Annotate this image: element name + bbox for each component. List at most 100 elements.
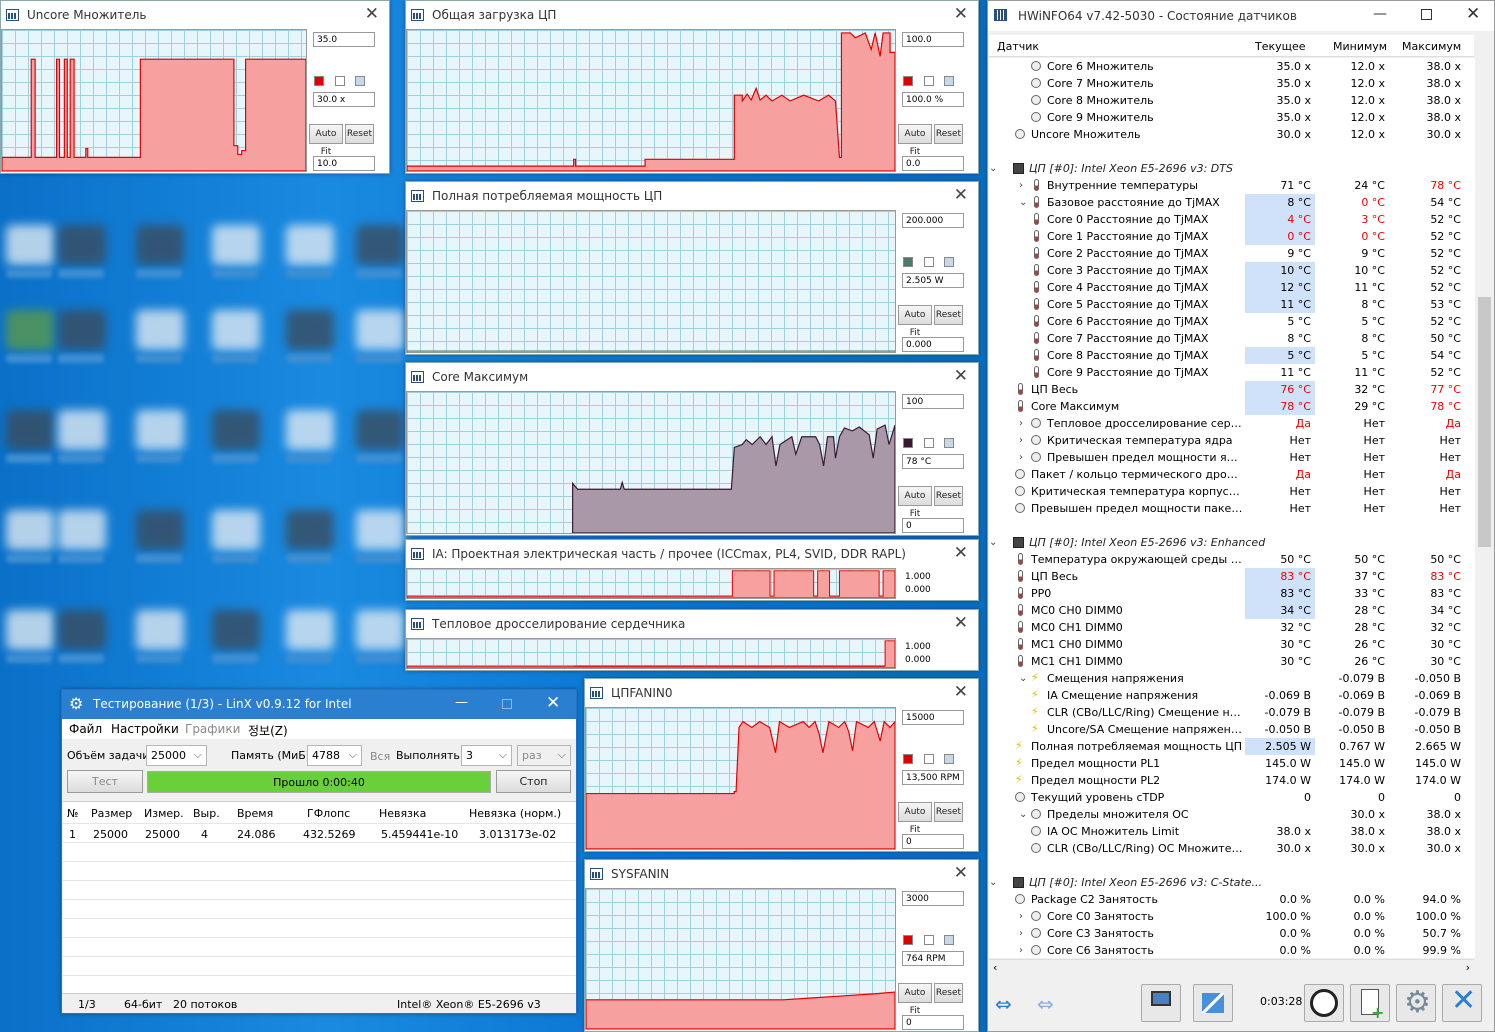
sensor-row[interactable]: ⚡ Полная потребляемая мощность ЦП 2.505 W 0… xyxy=(989,738,1475,755)
close-icon[interactable]: ✕ xyxy=(954,366,968,386)
column-header[interactable]: Выр. xyxy=(193,807,220,820)
line-color-swatch[interactable] xyxy=(903,438,913,448)
sensor-row[interactable]: Core 2 Расстояние до TjMAX 9 °C 9 °C 52 °C xyxy=(989,245,1475,262)
log-file-icon[interactable]: + xyxy=(1350,984,1390,1022)
menu-graphs[interactable]: Графики xyxy=(185,722,240,736)
graph-core-max-temp[interactable]: Core Максимум ✕ 100 78 °C Auto Fit Reset … xyxy=(405,362,979,536)
line-color-swatch[interactable] xyxy=(903,754,913,764)
close-icon[interactable]: ✕ xyxy=(954,543,968,563)
sensor-row[interactable]: Core 0 Расстояние до TjMAX 4 °C 3 °C 52 °C xyxy=(989,211,1475,228)
sensor-row[interactable]: › Core C6 Занятость 0.0 % 0.0 % 99.9 % xyxy=(989,942,1475,958)
sensor-row[interactable]: ⚡ Предел мощности PL1 145.0 W 145.0 W 145.0 … xyxy=(989,755,1475,772)
expand-icon[interactable]: › xyxy=(1019,942,1023,958)
sensor-row[interactable]: ⌄ Базовое расстояние до TjMAX 8 °C 0 °C 54 °… xyxy=(989,194,1475,211)
background-color-swatch[interactable] xyxy=(924,257,934,267)
close-icon[interactable]: ✕ xyxy=(365,4,379,24)
navigate-readings-icon[interactable]: ⇔ xyxy=(1033,984,1073,1022)
col-max[interactable]: Максимум xyxy=(1402,40,1461,53)
desktop-icon[interactable] xyxy=(212,310,260,350)
auto-fit-button[interactable]: Auto Fit xyxy=(898,486,932,519)
connect-icon[interactable] xyxy=(1193,984,1233,1022)
collapse-icon[interactable]: ⌄ xyxy=(989,534,997,551)
runs-unit-select[interactable]: раз xyxy=(517,745,571,766)
sensor-row[interactable]: Core 9 Множитель 35.0 x 12.0 x 38.0 x xyxy=(989,109,1475,126)
maximize-icon[interactable] xyxy=(1421,9,1432,20)
stop-button[interactable]: Стоп xyxy=(496,770,571,793)
hwinfo-sensors-window[interactable]: HWiNFO64 v7.42-5030 - Состояние датчиков… xyxy=(987,0,1495,1032)
runs-select[interactable]: 3 xyxy=(461,745,512,766)
auto-fit-button[interactable]: Auto Fit xyxy=(898,802,932,835)
sensor-row[interactable]: Core 1 Расстояние до TjMAX 0 °C 0 °C 52 °C xyxy=(989,228,1475,245)
background-color-swatch[interactable] xyxy=(924,438,934,448)
sensor-row[interactable]: ⚡ Предел мощности PL2 174.0 W 174.0 W 174.0 … xyxy=(989,772,1475,789)
menu-info[interactable]: 정보(Z) xyxy=(248,722,288,739)
sensor-row[interactable]: Uncore Множитель 30.0 x 12.0 x 30.0 x xyxy=(989,126,1475,143)
sensor-row[interactable]: Пакет / кольцо термического дроссел... Да… xyxy=(989,466,1475,483)
desktop-icon[interactable] xyxy=(58,510,106,550)
collapse-icon[interactable]: ⌄ xyxy=(1019,806,1027,823)
sensor-row[interactable]: Core 8 Множитель 35.0 x 12.0 x 38.0 x xyxy=(989,92,1475,109)
horizontal-scrollbar[interactable]: ‹ › xyxy=(989,959,1474,976)
expand-icon[interactable]: › xyxy=(1019,925,1023,942)
sensor-row[interactable]: MC0 CH1 DIMM0 32 °C 28 °C 32 °C xyxy=(989,619,1475,636)
graph-uncore-multiplier[interactable]: Uncore Множитель ✕ 35.0 30.0 x Auto Fit R… xyxy=(0,0,390,174)
menu-file[interactable]: Файл xyxy=(69,722,102,736)
graph-core-thermal-throttling[interactable]: Тепловое дросселирование сердечника ✕ 1.0… xyxy=(405,609,979,671)
sensor-row[interactable]: Core 3 Расстояние до TjMAX 10 °C 10 °C 52 °… xyxy=(989,262,1475,279)
graph-cpu-package-power[interactable]: Полная потребляемая мощность ЦП ✕ 200.000… xyxy=(405,181,979,355)
close-icon[interactable]: ✕ xyxy=(546,693,560,713)
reset-button[interactable]: Reset xyxy=(934,124,963,144)
reset-button[interactable]: Reset xyxy=(345,124,374,144)
column-header[interactable]: Измер. xyxy=(144,807,184,820)
navigate-sensors-icon[interactable]: ⇔ xyxy=(991,984,1031,1022)
background-color-swatch[interactable] xyxy=(924,935,934,945)
sensor-row[interactable]: Core 6 Расстояние до TjMAX 5 °C 5 °C 52 °C xyxy=(989,313,1475,330)
desktop-icon[interactable] xyxy=(286,510,334,550)
vertical-scrollbar[interactable] xyxy=(1475,35,1494,959)
background-color-swatch[interactable] xyxy=(335,76,345,86)
column-header[interactable]: Размер xyxy=(91,807,132,820)
menu-settings[interactable]: Настройки xyxy=(111,722,179,736)
line-color-swatch[interactable] xyxy=(903,935,913,945)
expand-icon[interactable]: › xyxy=(1019,415,1023,432)
graph-ia-edp-other[interactable]: IA: Проектная электрическая часть / проч… xyxy=(405,539,979,601)
desktop-icon[interactable] xyxy=(212,610,260,650)
sensor-group-header[interactable]: ⌄ ЦП [#0]: Intel Xeon E5-2696 v3: DTS xyxy=(989,160,1475,177)
desktop-icon[interactable] xyxy=(286,310,334,350)
sensor-row[interactable]: ⌄ Пределы множителя OC 30.0 x 38.0 x xyxy=(989,806,1475,823)
column-header[interactable]: Датчик Текущее Минимум Максимум xyxy=(989,35,1474,57)
sensor-row[interactable]: Core 4 Расстояние до TjMAX 12 °C 11 °C 52 °… xyxy=(989,279,1475,296)
sensor-row[interactable]: › Превышен предел мощности ядра Нет Нет Нет xyxy=(989,449,1475,466)
sensor-row[interactable]: ⚡ CLR (CBo/LLC/Ring) Смещение напря... -0.… xyxy=(989,704,1475,721)
sensor-group-header[interactable]: ⌄ ЦП [#0]: Intel Xeon E5-2696 v3: Enhance… xyxy=(989,534,1475,551)
desktop-icon[interactable] xyxy=(212,410,260,450)
desktop-icon[interactable] xyxy=(58,410,106,450)
grid-color-swatch[interactable] xyxy=(944,754,954,764)
background-color-swatch[interactable] xyxy=(924,754,934,764)
desktop-icon[interactable] xyxy=(58,610,106,650)
column-header[interactable]: ГФлопс xyxy=(307,807,350,820)
grid-color-swatch[interactable] xyxy=(944,935,954,945)
line-color-swatch[interactable] xyxy=(314,76,324,86)
clock-icon[interactable] xyxy=(1304,984,1344,1022)
scroll-left-icon[interactable]: ‹ xyxy=(993,961,997,974)
sensor-row[interactable]: Текущий уровень cTDP 0 0 0 xyxy=(989,789,1475,806)
close-icon[interactable]: ✕ xyxy=(954,682,968,702)
sensor-row[interactable]: CLR (CBo/LLC/Ring) OC Множитель L... 30.0… xyxy=(989,840,1475,857)
desktop-icon[interactable] xyxy=(6,610,54,650)
desktop-icon[interactable] xyxy=(356,510,404,550)
desktop-icon[interactable] xyxy=(356,410,404,450)
sensor-row[interactable]: MC1 CH0 DIMM0 30 °C 26 °C 30 °C xyxy=(989,636,1475,653)
sensor-row[interactable]: ЦП Весь 83 °C 37 °C 83 °C xyxy=(989,568,1475,585)
reset-button[interactable]: Reset xyxy=(934,486,963,506)
sensor-row[interactable]: PP0 83 °C 33 °C 83 °C xyxy=(989,585,1475,602)
close-icon[interactable]: ✕ xyxy=(1466,4,1480,24)
desktop-icon[interactable] xyxy=(136,410,184,450)
desktop-icon[interactable] xyxy=(6,225,54,265)
desktop-icon[interactable] xyxy=(136,510,184,550)
desktop-icon[interactable] xyxy=(356,610,404,650)
all-memory-checkbox[interactable]: Вся xyxy=(370,750,390,763)
close-icon[interactable]: ✕ xyxy=(954,863,968,883)
sensor-row[interactable]: › Тепловое дросселирование сердеч... Да Нет… xyxy=(989,415,1475,432)
desktop-icon[interactable] xyxy=(286,610,334,650)
